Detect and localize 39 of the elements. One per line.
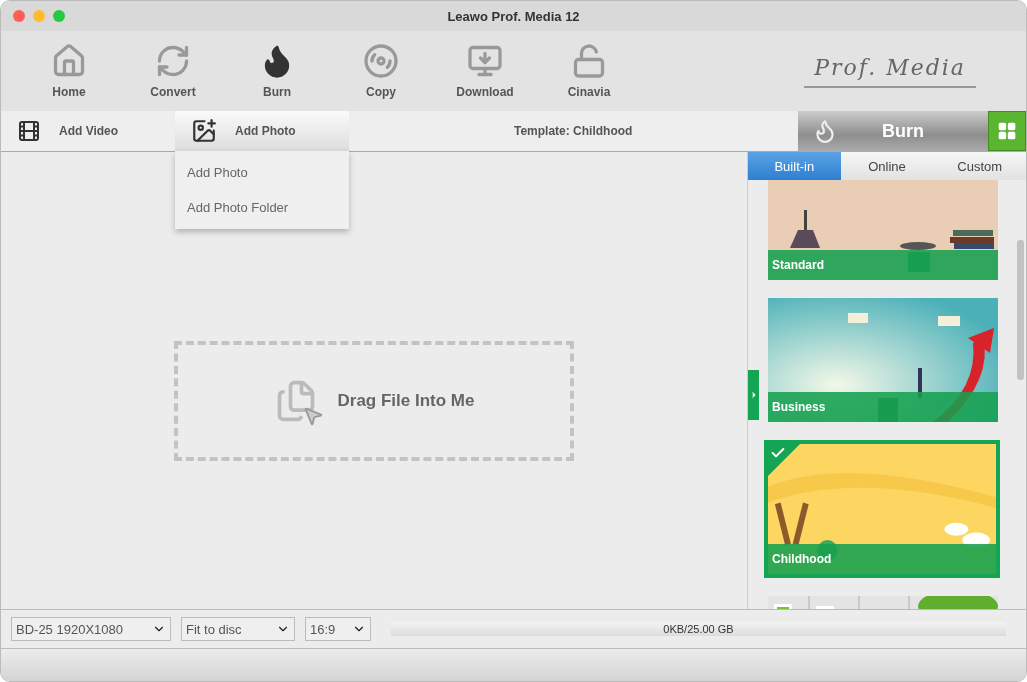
menu-item[interactable]: Add Photo Folder: [175, 190, 349, 225]
refresh-icon: [155, 43, 191, 79]
image-add-icon: [191, 118, 217, 144]
tab[interactable]: Online: [840, 152, 934, 180]
template-card[interactable]: Childhood: [764, 440, 1000, 578]
logo: Prof. Media: [804, 54, 976, 88]
add-video-button[interactable]: Add Video: [1, 111, 175, 151]
add-photo-button[interactable]: Add Photo: [175, 111, 349, 151]
menu-item[interactable]: Add Photo: [175, 155, 349, 190]
template-name: Childhood: [768, 544, 996, 574]
template-name: Business: [768, 392, 998, 422]
expand-handle[interactable]: [748, 370, 759, 420]
toolbar-tab[interactable]: Download: [433, 43, 537, 99]
toolbar-tab[interactable]: Convert: [121, 43, 225, 99]
window-title: Leawo Prof. Media 12: [447, 8, 580, 24]
toolbar-tab[interactable]: Copy: [329, 43, 433, 99]
grid-icon: [997, 121, 1017, 141]
tab[interactable]: Custom: [933, 152, 1026, 180]
toolbar-tab[interactable]: Home: [17, 43, 121, 99]
toolbar-tab[interactable]: Burn: [225, 43, 329, 99]
minimize-button[interactable]: [33, 10, 45, 22]
tab[interactable]: Built-in: [748, 152, 841, 180]
film-icon: [17, 119, 41, 143]
scrollbar[interactable]: [1017, 240, 1024, 380]
unlocked-padlock-icon: [571, 43, 607, 79]
house-icon: [51, 43, 87, 79]
template-label: Template: Childhood: [514, 124, 633, 138]
aspect-select[interactable]: 16:9: [305, 617, 371, 641]
toolbar-tab[interactable]: Cinavia: [537, 43, 641, 99]
disc-type-select[interactable]: BD-25 1920X1080: [11, 617, 171, 641]
monitor-download-icon: [467, 43, 503, 79]
drop-zone-text: Drag File Into Me: [337, 390, 475, 411]
fit-select[interactable]: Fit to disc: [181, 617, 295, 641]
capacity-text: 0KB/25.00 GB: [663, 623, 734, 635]
grid-view-button[interactable]: [988, 111, 1026, 151]
zoom-button[interactable]: [53, 10, 65, 22]
close-button[interactable]: [13, 10, 25, 22]
template-name: Standard: [768, 250, 998, 280]
disc-icon: [363, 43, 399, 79]
